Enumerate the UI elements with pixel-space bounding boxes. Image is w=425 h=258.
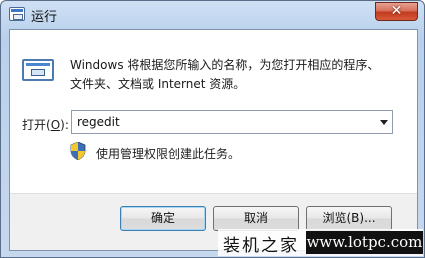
admin-privilege-note: 使用管理权限创建此任务。: [96, 147, 241, 161]
window-title: 运行: [31, 10, 58, 25]
run-icon: [22, 59, 54, 81]
open-input[interactable]: regedit: [77, 115, 120, 129]
watermark-text: 装机之家: [223, 236, 299, 256]
title-bar[interactable]: 运行 ✕: [1, 1, 424, 28]
description-text: Windows 将根据您所输入的名称，为您打开相应的程序、 文件夹、文档或 In…: [70, 56, 400, 94]
open-label-accesskey: O: [50, 118, 61, 132]
close-button[interactable]: ✕: [375, 2, 418, 21]
open-combobox[interactable]: regedit: [71, 110, 393, 134]
run-app-icon: [9, 7, 25, 21]
ok-button[interactable]: 确定: [120, 206, 206, 231]
watermark-url: www.lotpc.com: [306, 231, 423, 254]
chevron-down-icon[interactable]: [380, 120, 388, 125]
dialog-client-area: Windows 将根据您所输入的名称，为您打开相应的程序、 文件夹、文档或 In…: [9, 29, 418, 251]
uac-shield-icon: [70, 142, 86, 160]
cancel-button[interactable]: 取消: [213, 206, 299, 231]
browse-button[interactable]: 浏览(B)...: [306, 206, 392, 231]
description-line-1: Windows 将根据您所输入的名称，为您打开相应的程序、: [70, 58, 380, 72]
run-dialog-window: 运行 ✕ Windows 将根据您所输入的名称，为您打开相应的程序、 文件夹、文…: [0, 0, 425, 258]
close-icon: ✕: [390, 3, 403, 19]
description-line-2: 文件夹、文档或 Internet 资源。: [70, 77, 246, 91]
watermark: 装机之家 www.lotpc.com: [218, 229, 423, 256]
open-label: 打开(O):: [22, 118, 69, 132]
